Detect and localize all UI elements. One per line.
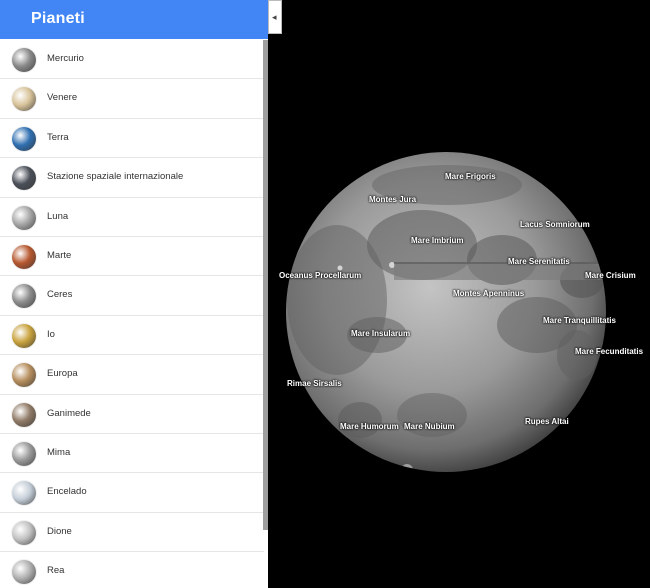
label-mare-crisium[interactable]: Mare Crisium [585, 271, 636, 280]
planet-item[interactable]: Ganimede [0, 395, 264, 434]
planet-thumbnail [12, 126, 36, 151]
label-mare-nubium[interactable]: Mare Nubium [404, 422, 455, 431]
panel-title: Pianeti [31, 10, 85, 27]
label-mare-fecunditatis[interactable]: Mare Fecunditatis [575, 347, 643, 356]
planets-panel: Pianeti Mercurio Venere Terra Stazione spaz… [0, 0, 268, 588]
planet-thumbnail [12, 402, 36, 427]
planet-item[interactable]: Luna [0, 198, 264, 237]
planet-thumbnail [12, 323, 36, 348]
planet-thumbnail [12, 205, 36, 230]
planet-item[interactable]: Mima [0, 434, 264, 474]
planet-item[interactable]: Rea [0, 552, 264, 588]
planet-label: Mima [47, 446, 71, 458]
planet-item[interactable]: Europa [0, 355, 264, 395]
planet-item[interactable]: Terra [0, 119, 264, 159]
planet-item[interactable]: Mercurio [0, 40, 264, 80]
label-mare-serenitatis[interactable]: Mare Serenitatis [508, 257, 570, 266]
label-oceanus-procellarum[interactable]: Oceanus Procellarum [279, 271, 361, 280]
planet-thumbnail [12, 87, 36, 112]
chevron-left-icon: ◂ [272, 12, 277, 22]
planet-item[interactable]: Marte [0, 237, 264, 277]
planet-label: Terra [47, 131, 69, 143]
label-rupes-altai[interactable]: Rupes Altai [525, 417, 569, 426]
scrollbar[interactable] [263, 40, 268, 530]
planet-label: Ceres [47, 289, 73, 301]
planet-item[interactable]: Dione [0, 513, 264, 553]
planet-thumbnail [12, 520, 36, 545]
planet-thumbnail [12, 441, 36, 466]
planet-label: Dione [47, 525, 72, 537]
planet-label: Luna [47, 210, 69, 222]
planet-label: Ganimede [47, 407, 91, 419]
planet-label: Venere [47, 92, 78, 104]
label-mare-tranquillitatis[interactable]: Mare Tranquillitatis [543, 316, 616, 325]
planet-list: Mercurio Venere Terra Stazione spaziale int… [0, 40, 264, 588]
planet-thumbnail [12, 481, 36, 506]
collapse-panel-button[interactable]: ◂ [268, 0, 282, 34]
label-lacus-somniorum[interactable]: Lacus Somniorum [520, 220, 590, 229]
moon-view[interactable]: Mare Frigoris Montes Jura Lacus Somniorum M… [279, 0, 650, 588]
planet-thumbnail [12, 166, 36, 191]
planet-label: Encelado [47, 486, 87, 498]
planet-item[interactable]: Ceres [0, 276, 264, 316]
planet-thumbnail [12, 363, 36, 388]
label-mare-imbrium[interactable]: Mare Imbrium [411, 236, 463, 245]
planet-label: Marte [47, 249, 72, 261]
planet-thumbnail [12, 48, 36, 72]
planet-label: Stazione spaziale internazionale [47, 171, 184, 183]
planet-label: Mercurio [47, 53, 84, 64]
planet-item[interactable]: Venere [0, 79, 264, 119]
label-rimae-sirsalis[interactable]: Rimae Sirsalis [287, 379, 342, 388]
planet-thumbnail [12, 244, 36, 269]
planet-thumbnail [12, 560, 36, 585]
planet-item[interactable]: Stazione spaziale internazionale [0, 158, 264, 198]
planet-label: Io [47, 328, 55, 340]
panel-header: Pianeti [0, 0, 268, 39]
label-mare-frigoris[interactable]: Mare Frigoris [445, 172, 496, 181]
planet-label: Europa [47, 368, 78, 380]
label-montes-jura[interactable]: Montes Jura [369, 195, 416, 204]
label-montes-apenninus[interactable]: Montes Apenninus [453, 289, 524, 298]
label-mare-insularum[interactable]: Mare Insularum [351, 329, 410, 338]
planet-thumbnail [12, 284, 36, 309]
label-mare-humorum[interactable]: Mare Humorum [340, 422, 399, 431]
planet-item[interactable]: Io [0, 316, 264, 356]
planet-label: Rea [47, 565, 65, 577]
planet-item[interactable]: Encelado [0, 473, 264, 513]
